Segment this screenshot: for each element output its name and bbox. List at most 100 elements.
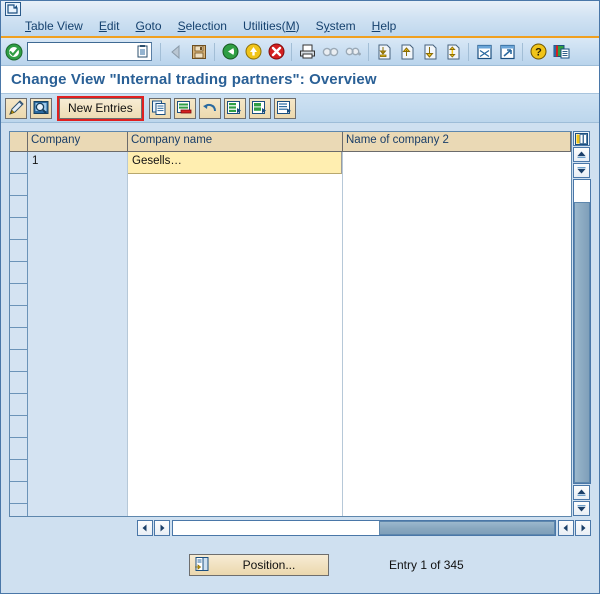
command-input[interactable]	[28, 44, 133, 59]
scroll-left-icon[interactable]	[137, 520, 153, 536]
horizontal-scroll-track[interactable]	[172, 520, 556, 536]
row-selector[interactable]	[10, 262, 27, 284]
scroll-up-icon[interactable]	[573, 485, 590, 500]
row-selector-column	[10, 152, 28, 516]
row-selector[interactable]	[10, 482, 27, 504]
cell-company-name[interactable]: Gesells…	[128, 152, 342, 174]
scroll-right-icon[interactable]	[154, 520, 170, 536]
create-shortcut-button[interactable]	[496, 41, 518, 63]
work-area: Company Company name Name of company 2 1…	[1, 123, 599, 537]
toolbar-separator	[468, 42, 469, 61]
pencil-display-change-icon[interactable]	[5, 97, 27, 119]
position-button[interactable]: Position...	[189, 554, 329, 576]
page-title: Change View "Internal trading partners":…	[1, 66, 599, 94]
first-page-button[interactable]	[373, 41, 395, 63]
grid-outer: Company Company name Name of company 2 1…	[9, 131, 591, 517]
command-field[interactable]	[27, 42, 152, 61]
row-selector[interactable]	[10, 152, 27, 174]
next-page-button[interactable]	[419, 41, 441, 63]
previous-page-button[interactable]	[396, 41, 418, 63]
vertical-scrollbar	[573, 131, 591, 517]
row-selector[interactable]	[10, 438, 27, 460]
row-selector[interactable]	[10, 196, 27, 218]
table-header-row: Company Company name Name of company 2	[10, 132, 571, 152]
delete-row-icon[interactable]	[173, 97, 196, 119]
select-all-corner[interactable]	[10, 132, 28, 152]
table-body: 1 Gesells…	[10, 152, 571, 516]
cancel-button[interactable]	[265, 41, 287, 63]
vertical-scroll-thumb[interactable]	[574, 202, 590, 483]
sap-logo-icon[interactable]	[5, 2, 21, 16]
row-selector[interactable]	[10, 218, 27, 240]
customize-layout-button[interactable]	[550, 41, 572, 63]
grid-main: Company Company name Name of company 2 1…	[9, 131, 572, 517]
menu-utilities[interactable]: Utilities(M)	[235, 17, 308, 35]
toolbar-separator	[160, 42, 161, 61]
magnifier-check-icon[interactable]	[30, 97, 52, 119]
column-header-company-name[interactable]: Company name	[128, 132, 343, 152]
row-selector[interactable]	[10, 416, 27, 438]
yellow-question-help-icon[interactable]: ?	[527, 41, 549, 63]
column-company: 1	[28, 152, 128, 516]
row-selector[interactable]	[10, 174, 27, 196]
menu-bar: Table View Edit Goto Selection Utilities…	[1, 1, 599, 38]
table-settings-icon[interactable]	[573, 131, 590, 146]
toolbar-separator	[368, 42, 369, 61]
entry-status: Entry 1 of 345	[389, 558, 464, 572]
exit-button[interactable]	[242, 41, 264, 63]
row-selector[interactable]	[10, 240, 27, 262]
find-button[interactable]	[319, 41, 341, 63]
select-all-icon[interactable]	[223, 97, 246, 119]
row-selector[interactable]	[10, 284, 27, 306]
column-name-of-company-2	[343, 152, 571, 516]
new-entries-highlight: New Entries	[57, 95, 144, 121]
row-selector[interactable]	[10, 306, 27, 328]
position-icon	[194, 556, 210, 575]
row-selector[interactable]	[10, 372, 27, 394]
select-block-icon[interactable]	[248, 97, 271, 119]
row-selector[interactable]	[10, 328, 27, 350]
menu-selection[interactable]: Selection	[170, 17, 235, 35]
green-check-enter-icon[interactable]	[4, 42, 24, 62]
find-next-button[interactable]	[342, 41, 364, 63]
row-selector[interactable]	[10, 394, 27, 416]
cell-name-of-company-2[interactable]	[343, 152, 571, 174]
column-company-name: Gesells…	[128, 152, 343, 516]
scroll-down-icon[interactable]	[573, 501, 590, 516]
menu-table-view[interactable]: Table View	[17, 17, 91, 35]
back-arrow-button[interactable]	[165, 41, 187, 63]
menu-goto[interactable]: Goto	[128, 17, 170, 35]
create-session-button[interactable]	[473, 41, 495, 63]
new-entries-button[interactable]: New Entries	[59, 97, 142, 119]
scroll-down-icon[interactable]	[573, 163, 590, 178]
row-selector[interactable]	[10, 350, 27, 372]
menu-items: Table View Edit Goto Selection Utilities…	[17, 17, 404, 35]
sap-gui-window: Table View Edit Goto Selection Utilities…	[0, 0, 600, 594]
undo-change-icon[interactable]	[198, 97, 221, 119]
last-page-button[interactable]	[442, 41, 464, 63]
menu-system[interactable]: System	[308, 17, 364, 35]
menu-edit[interactable]: Edit	[91, 17, 128, 35]
deselect-all-icon[interactable]	[273, 97, 296, 119]
scroll-left-icon[interactable]	[558, 520, 574, 536]
print-button[interactable]	[296, 41, 318, 63]
row-selector[interactable]	[10, 460, 27, 482]
svg-text:?: ?	[535, 47, 542, 59]
toolbar-separator	[291, 42, 292, 61]
column-header-name-of-company-2[interactable]: Name of company 2	[343, 132, 571, 152]
command-history-icon[interactable]	[136, 44, 150, 59]
application-toolbar: New Entries	[1, 94, 599, 123]
copy-as-icon[interactable]	[148, 97, 171, 119]
table-control: Company Company name Name of company 2 1…	[9, 131, 591, 537]
cell-company[interactable]: 1	[28, 152, 127, 174]
column-header-company[interactable]: Company	[28, 132, 128, 152]
menu-help[interactable]: Help	[364, 17, 405, 35]
vertical-scroll-track[interactable]	[573, 179, 591, 484]
save-button[interactable]	[188, 41, 210, 63]
back-button[interactable]	[219, 41, 241, 63]
toolbar-separator	[214, 42, 215, 61]
horizontal-scrollbar	[9, 517, 591, 537]
scroll-up-icon[interactable]	[573, 147, 590, 162]
horizontal-scroll-thumb[interactable]	[379, 521, 555, 535]
scroll-right-icon[interactable]	[575, 520, 591, 536]
